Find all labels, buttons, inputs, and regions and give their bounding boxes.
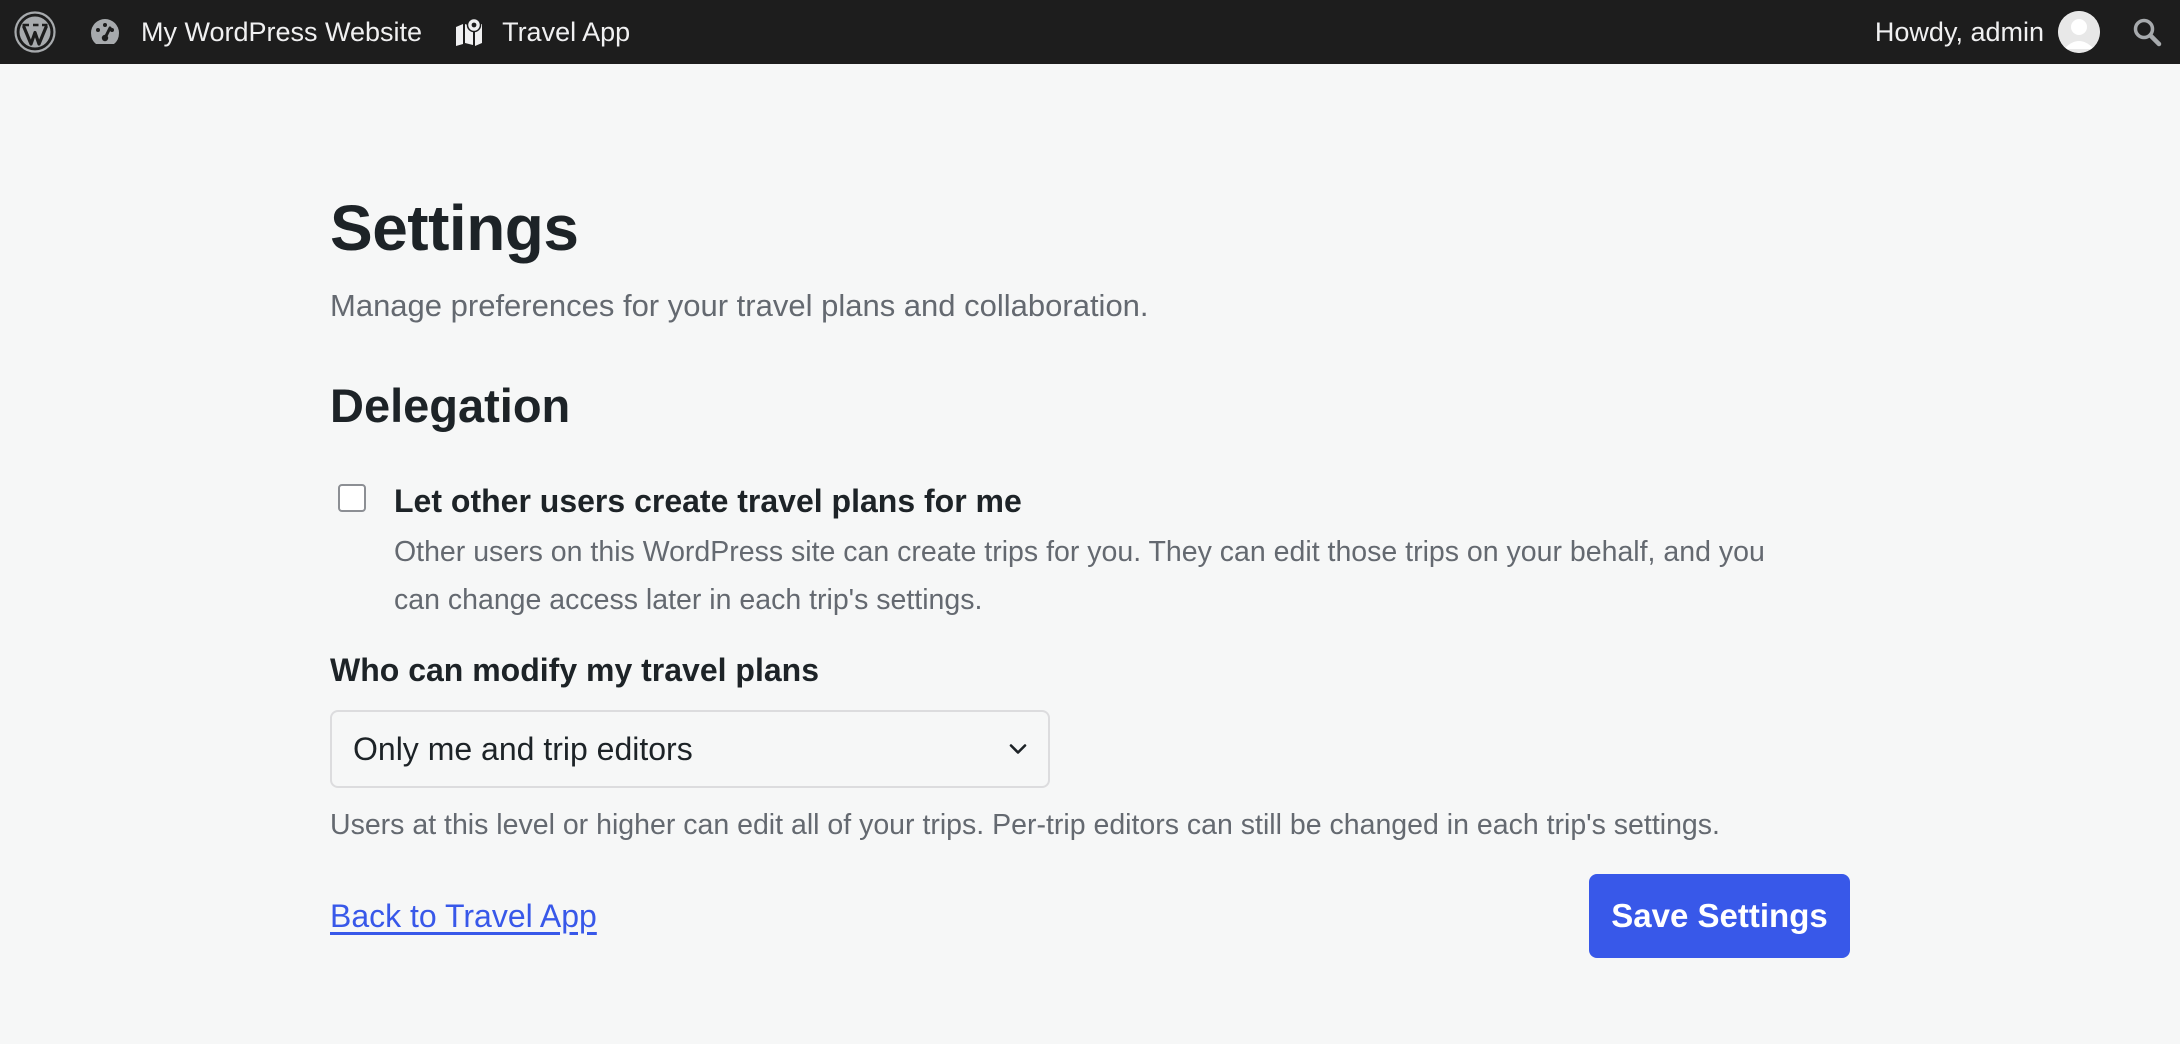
chevron-down-icon — [1008, 742, 1028, 756]
delegation-checkbox-label[interactable]: Let other users create travel plans for … — [394, 482, 1934, 520]
delegation-option-text: Let other users create travel plans for … — [394, 482, 1934, 624]
search-icon — [2132, 17, 2162, 47]
site-name-label: My WordPress Website — [141, 16, 423, 47]
site-name-menu[interactable]: My WordPress Website — [75, 0, 442, 64]
page-title: Settings — [330, 192, 579, 264]
delegation-help-line-1: Other users on this WordPress site can c… — [394, 536, 1765, 568]
form-actions: Back to Travel App Save Settings — [330, 874, 1850, 958]
user-avatar-icon — [2058, 11, 2100, 53]
travel-app-label: Travel App — [502, 16, 631, 47]
modify-permissions-select[interactable]: Only me and trip editors — [330, 710, 1050, 788]
delegation-option: Let other users create travel plans for … — [330, 482, 1850, 624]
delegation-checkbox[interactable] — [338, 484, 366, 512]
back-to-travel-app-link[interactable]: Back to Travel App — [330, 898, 597, 935]
modify-permissions-help: Users at this level or higher can edit a… — [330, 809, 1720, 841]
wordpress-logo-icon — [14, 11, 56, 53]
wordpress-menu[interactable] — [0, 0, 75, 64]
delegation-checkbox-help: Other users on this WordPress site can c… — [394, 528, 1934, 624]
delegation-help-line-2: can change access later in each trip's s… — [394, 584, 983, 616]
save-settings-button[interactable]: Save Settings — [1589, 874, 1850, 958]
modify-permissions-label: Who can modify my travel plans — [330, 652, 819, 688]
user-account-menu[interactable]: Howdy, admin — [1875, 0, 2112, 64]
delegation-heading: Delegation — [330, 379, 571, 432]
page-description: Manage preferences for your travel plans… — [330, 288, 1149, 323]
howdy-label: Howdy, admin — [1874, 16, 2044, 47]
admin-bar: My WordPress Website Travel App Howdy, a… — [0, 0, 2180, 64]
dashboard-gauge-icon — [89, 17, 121, 47]
modify-permissions-value: Only me and trip editors — [353, 730, 693, 767]
map-pin-icon — [454, 18, 484, 46]
settings-content: Settings Manage preferences for your tra… — [330, 190, 1850, 958]
travel-app-menu[interactable]: Travel App — [442, 0, 644, 64]
search-button[interactable] — [2112, 0, 2180, 64]
